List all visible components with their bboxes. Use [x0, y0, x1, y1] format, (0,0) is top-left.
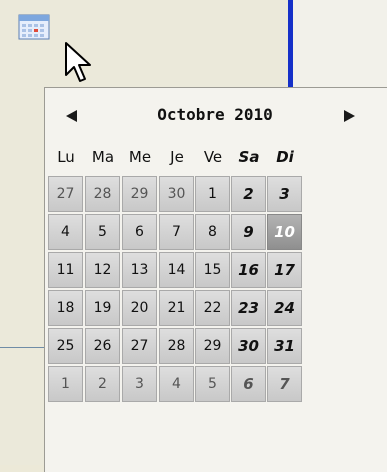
day-cell[interactable]: 1 — [48, 366, 83, 402]
day-cell[interactable]: 15 — [195, 252, 230, 288]
day-cell[interactable]: 30 — [231, 328, 266, 364]
triangle-left-icon[interactable] — [65, 109, 79, 123]
day-cell[interactable]: 14 — [159, 252, 194, 288]
day-cell[interactable]: 31 — [267, 328, 302, 364]
day-cell[interactable]: 22 — [195, 290, 230, 326]
day-cell[interactable]: 26 — [85, 328, 120, 364]
day-cell[interactable]: 2 — [85, 366, 120, 402]
day-cell[interactable]: 30 — [159, 176, 194, 212]
weekday-label: Ve — [203, 148, 223, 166]
day-cell[interactable]: 21 — [159, 290, 194, 326]
day-cell[interactable]: 18 — [48, 290, 83, 326]
day-cell[interactable]: 19 — [85, 290, 120, 326]
day-cell[interactable]: 6 — [231, 366, 266, 402]
day-cell[interactable]: 7 — [267, 366, 302, 402]
day-cell[interactable]: 27 — [48, 176, 83, 212]
day-cell[interactable]: 24 — [267, 290, 302, 326]
day-cell[interactable]: 3 — [267, 176, 302, 212]
day-cell[interactable]: 16 — [231, 252, 266, 288]
day-cell[interactable]: 8 — [195, 214, 230, 250]
day-cell[interactable]: 4 — [48, 214, 83, 250]
day-cell[interactable]: 29 — [195, 328, 230, 364]
day-cell[interactable]: 13 — [122, 252, 157, 288]
day-cell[interactable]: 3 — [122, 366, 157, 402]
day-cell[interactable]: 11 — [48, 252, 83, 288]
day-cell[interactable]: 12 — [85, 252, 120, 288]
day-cell[interactable]: 9 — [231, 214, 266, 250]
triangle-right-icon[interactable] — [342, 109, 356, 123]
day-cell[interactable]: 2 — [231, 176, 266, 212]
divider-line — [0, 347, 45, 348]
month-title: Octobre 2010 — [157, 105, 273, 124]
day-cell[interactable]: 5 — [85, 214, 120, 250]
calendar-icon[interactable] — [18, 13, 50, 41]
day-cell[interactable]: 10 — [267, 214, 302, 250]
day-cell[interactable]: 27 — [122, 328, 157, 364]
day-cell[interactable]: 29 — [122, 176, 157, 212]
day-cell[interactable]: 5 — [195, 366, 230, 402]
day-cell[interactable]: 17 — [267, 252, 302, 288]
day-cell[interactable]: 25 — [48, 328, 83, 364]
day-cell[interactable]: 6 — [122, 214, 157, 250]
day-cell[interactable]: 20 — [122, 290, 157, 326]
day-cell[interactable]: 7 — [159, 214, 194, 250]
day-cell[interactable]: 1 — [195, 176, 230, 212]
day-cell[interactable]: 23 — [231, 290, 266, 326]
weekday-label: Lu — [57, 148, 75, 166]
weekday-label: Sa — [238, 148, 260, 166]
day-cell[interactable]: 28 — [85, 176, 120, 212]
weekday-label: Di — [276, 148, 294, 166]
day-cell[interactable]: 28 — [159, 328, 194, 364]
weekday-label: Je — [170, 148, 184, 166]
calendar-header: Octobre 2010 — [45, 88, 387, 144]
weekday-label: Me — [128, 148, 152, 166]
day-cell[interactable]: 4 — [159, 366, 194, 402]
weekday-header-row: Lu Ma Me Je Ve Sa Di — [45, 148, 387, 174]
date-picker-popup: Octobre 2010 Lu Ma Me Je Ve Sa Di 27 28 29… — [44, 87, 387, 472]
mouse-pointer-icon — [65, 42, 91, 82]
weekday-label: Ma — [91, 148, 115, 166]
